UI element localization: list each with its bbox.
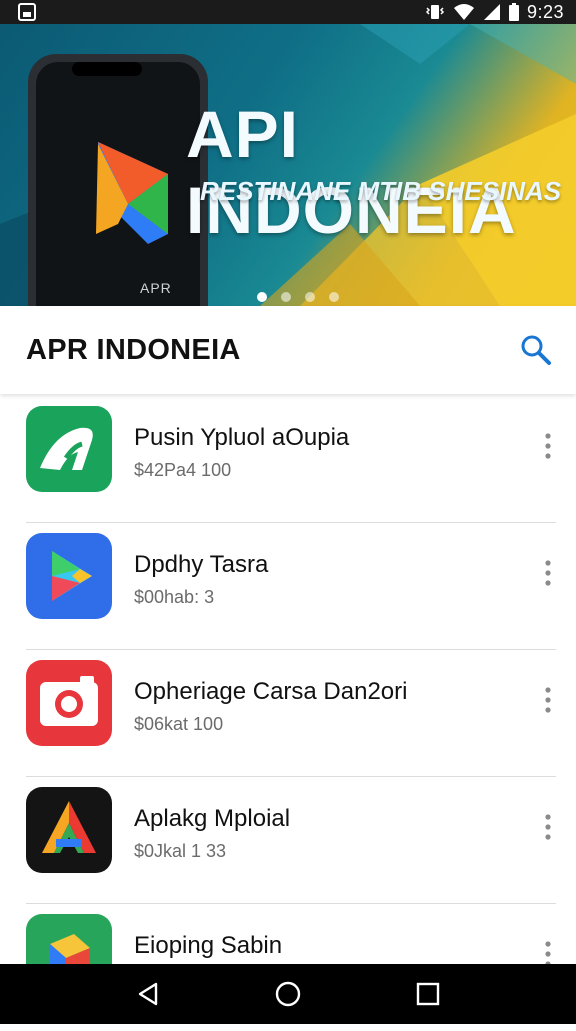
app-name: Aplakg Mploial: [134, 805, 291, 832]
app-subtitle: $0Jkal 1 33: [134, 841, 227, 861]
app-subtitle: $00hab: 3: [134, 587, 215, 607]
list-item[interactable]: Aplakg Mploial $0Jkal 1 33: [0, 777, 576, 904]
app-name: Pusin Ypluol aOupia: [134, 424, 350, 451]
app-name: Eioping Sabin: [134, 932, 283, 959]
more-options-icon[interactable]: [538, 432, 558, 460]
camera-icon: [26, 660, 112, 746]
list-item[interactable]: Dpdhy Tasra $00hab: 3: [0, 523, 576, 650]
app-bar: APR INDONEIA: [0, 306, 576, 394]
cell-signal-icon: [483, 4, 500, 20]
app-list: Pusin Ypluol aOupia $42Pa4 100 Dpdhy Tas…: [0, 396, 576, 1031]
page-title: APR INDONEIA: [26, 334, 241, 366]
play-store-icon: [26, 533, 112, 619]
carousel-dot-2[interactable]: [281, 292, 291, 302]
app-name: Dpdhy Tasra: [134, 551, 269, 578]
battery-icon: [508, 3, 519, 21]
banner-subtitle: RESTINANE MTIB SHESINAS: [200, 176, 562, 206]
list-item[interactable]: Opheriage Carsa Dan2ori $06kat 100: [0, 650, 576, 777]
carousel-dot-3[interactable]: [305, 292, 315, 302]
promo-banner[interactable]: APR API INDONEIA RESTINANE MTIB SHESINAS: [0, 24, 576, 306]
search-icon[interactable]: [518, 332, 554, 368]
home-icon[interactable]: [274, 980, 302, 1008]
carousel-indicator: [257, 292, 339, 302]
app-subtitle: $42Pa4 100: [134, 460, 232, 480]
status-time: 9:23: [526, 1, 564, 22]
green-a-icon: [26, 406, 112, 492]
app-subtitle: $06kat 100: [134, 714, 224, 734]
status-bar: 9:23: [0, 0, 576, 24]
more-options-icon[interactable]: [538, 559, 558, 587]
carousel-dot-1[interactable]: [257, 292, 267, 302]
app-name: Opheriage Carsa Dan2ori: [134, 678, 408, 705]
carousel-dot-4[interactable]: [329, 292, 339, 302]
wifi-icon: [453, 4, 474, 20]
back-icon[interactable]: [134, 980, 162, 1008]
navigation-bar: [0, 964, 576, 1024]
more-options-icon[interactable]: [538, 813, 558, 841]
banner-title: API INDONEIA: [186, 97, 517, 247]
recents-icon[interactable]: [414, 980, 442, 1008]
image-notification-icon: [18, 3, 36, 21]
phone-label: APR: [140, 280, 172, 296]
vibrate-icon: [425, 5, 445, 19]
triangle-a-icon: [26, 787, 112, 873]
list-item[interactable]: Pusin Ypluol aOupia $42Pa4 100: [0, 396, 576, 523]
more-options-icon[interactable]: [538, 686, 558, 714]
